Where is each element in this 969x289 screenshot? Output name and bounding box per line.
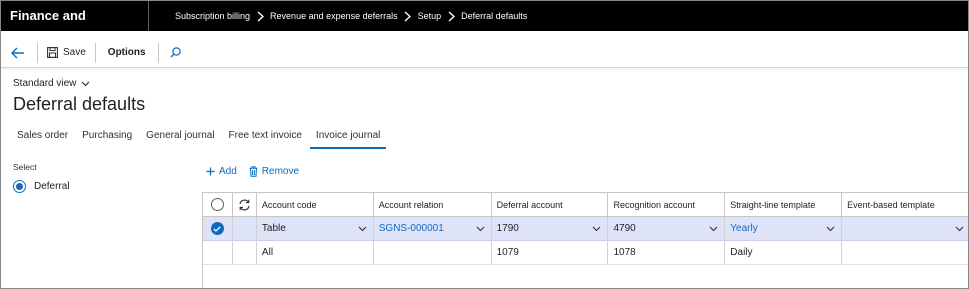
search-button[interactable]	[163, 38, 189, 68]
breadcrumb-revenue-expense-deferrals[interactable]: Revenue and expense deferrals	[270, 11, 398, 21]
arrow-left-icon	[11, 47, 24, 58]
refresh-icon	[239, 199, 250, 210]
recognition-account-value: 4790	[613, 223, 636, 234]
chevron-down-icon	[358, 226, 367, 231]
save-label: Save	[63, 47, 86, 58]
divider	[94, 42, 96, 63]
column-header-account-code[interactable]: Account code	[257, 193, 374, 216]
account-relation-select[interactable]: SGNS-000001	[374, 217, 492, 240]
options-button[interactable]: Options	[100, 47, 154, 58]
chevron-down-icon	[709, 226, 718, 231]
plus-icon	[206, 167, 215, 176]
chevron-down-icon	[81, 81, 90, 86]
select-group-label: Select	[13, 162, 37, 172]
deferral-account-cell[interactable]: 1079	[492, 241, 609, 264]
tab-general-journal[interactable]: General journal	[140, 127, 220, 149]
deferral-radio-label: Deferral	[34, 181, 70, 192]
radio-button[interactable]	[13, 180, 26, 193]
tab-purchasing[interactable]: Purchasing	[76, 127, 138, 149]
select-all-checkbox[interactable]	[203, 193, 233, 216]
divider	[157, 42, 159, 63]
column-header-recognition-account[interactable]: Recognition account	[608, 193, 726, 216]
add-button[interactable]: Add	[206, 166, 237, 177]
row-spacer	[233, 217, 257, 240]
row-select-checkbox[interactable]	[203, 217, 233, 240]
account-code-value: Table	[261, 223, 286, 234]
view-selector[interactable]: Standard view	[13, 78, 90, 89]
event-based-template-cell[interactable]	[842, 241, 968, 264]
column-header-straight-line-template[interactable]: Straight-line template	[725, 193, 843, 216]
row-spacer	[233, 241, 257, 264]
top-nav-bar: Finance and Operations Subscription bill…	[1, 1, 968, 53]
chevron-right-icon	[250, 1, 270, 31]
view-selector-label: Standard view	[13, 78, 77, 89]
breadcrumb-deferral-defaults[interactable]: Deferral defaults	[461, 11, 527, 21]
chevron-down-icon	[826, 226, 835, 231]
breadcrumb-subscription-billing[interactable]: Subscription billing	[175, 11, 250, 21]
tab-strip: Sales order Purchasing General journal F…	[11, 127, 388, 149]
save-button[interactable]: Save	[42, 38, 91, 68]
straight-line-template-value[interactable]: Yearly	[730, 223, 757, 234]
tab-free-text-invoice[interactable]: Free text invoice	[223, 127, 308, 149]
row-select-checkbox[interactable]	[203, 241, 233, 264]
table-row[interactable]: Table SGNS-000001 1790 4790 Yearly	[203, 217, 968, 241]
grid-header-row: Account code Account relation Deferral a…	[203, 193, 968, 217]
account-code-select[interactable]: Table	[257, 217, 374, 240]
breadcrumb-setup[interactable]: Setup	[418, 11, 442, 21]
event-based-template-select[interactable]	[842, 217, 968, 240]
account-relation-value[interactable]: SGNS-000001	[379, 223, 444, 234]
search-icon	[170, 47, 181, 58]
chevron-right-icon	[441, 1, 461, 31]
tab-invoice-journal[interactable]: Invoice journal	[309, 127, 387, 149]
account-code-cell[interactable]: All	[257, 241, 374, 264]
tab-sales-order[interactable]: Sales order	[11, 127, 74, 149]
chevron-right-icon	[398, 1, 418, 31]
column-header-deferral-account[interactable]: Deferral account	[492, 193, 609, 216]
table-row[interactable]: All 1079 1078 Daily	[203, 241, 968, 265]
action-pane: Save Options	[1, 38, 968, 68]
deferral-defaults-grid: Account code Account relation Deferral a…	[202, 192, 968, 288]
app-title[interactable]: Finance and Operations	[1, 1, 149, 53]
recognition-account-cell[interactable]: 1078	[608, 241, 726, 264]
save-icon	[47, 47, 58, 58]
straight-line-template-select[interactable]: Yearly	[725, 217, 843, 240]
deferral-radio-option[interactable]: Deferral	[13, 180, 70, 193]
straight-line-template-cell[interactable]: Daily	[725, 241, 843, 264]
account-relation-cell[interactable]	[374, 241, 492, 264]
deferral-account-value: 1790	[496, 223, 519, 234]
deferral-account-select[interactable]: 1790	[492, 217, 609, 240]
add-label: Add	[219, 166, 237, 177]
chevron-down-icon	[476, 226, 484, 231]
checkmark-icon	[213, 225, 222, 232]
column-header-event-based-template[interactable]: Event-based template	[842, 193, 968, 216]
back-button[interactable]	[3, 38, 33, 68]
refresh-button[interactable]	[233, 193, 257, 216]
grid-toolbar: Add Remove	[206, 166, 311, 177]
page-title: Deferral defaults	[13, 94, 146, 114]
breadcrumb: Subscription billing Revenue and expense…	[149, 1, 527, 31]
remove-label: Remove	[261, 166, 300, 177]
app-window: Finance and Operations Subscription bill…	[0, 0, 969, 289]
remove-button[interactable]: Remove	[249, 166, 299, 177]
column-header-account-relation[interactable]: Account relation	[374, 193, 492, 216]
chevron-down-icon	[593, 226, 601, 231]
recognition-account-select[interactable]: 4790	[608, 217, 726, 240]
chevron-down-icon	[955, 226, 964, 231]
trash-icon	[249, 166, 258, 177]
divider	[37, 42, 38, 63]
